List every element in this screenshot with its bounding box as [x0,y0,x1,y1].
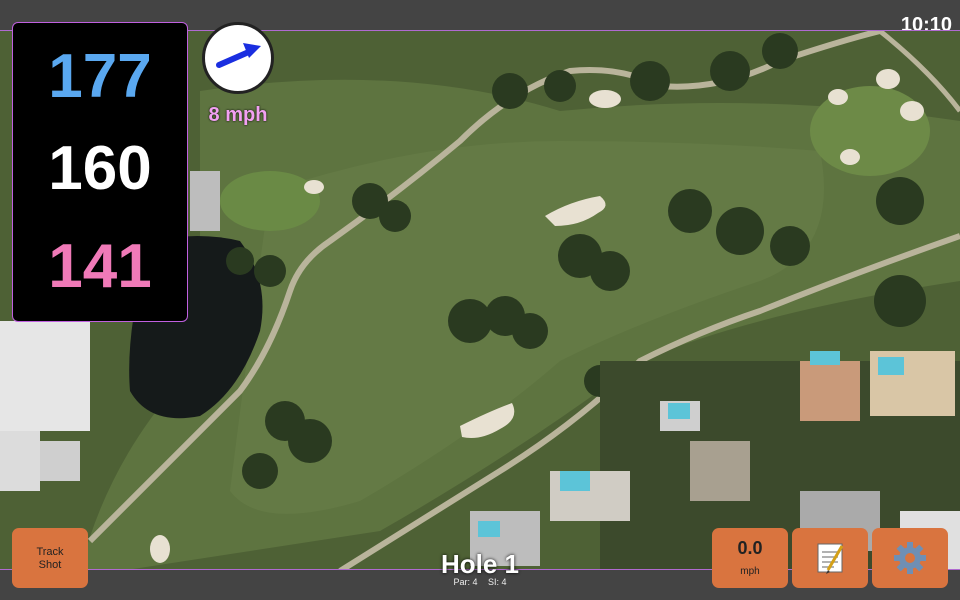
speed-button[interactable]: 0.0 mph [712,528,788,588]
settings-button[interactable] [872,528,948,588]
distance-panel: 177 160 141 [12,22,188,322]
hole-stroke-index: SI: 4 [488,577,507,587]
distance-middle: 160 [48,134,152,203]
distance-back: 177 [48,42,152,111]
track-shot-label: Track Shot [36,546,64,571]
hole-info: Par: 4 SI: 4 [380,577,580,587]
distance-front: 141 [48,232,152,301]
hole-title: Hole 1 [440,549,520,579]
wind-arrow-icon [216,43,261,68]
notes-button[interactable] [792,528,868,588]
wind-indicator [202,22,274,94]
speed-value: 0.0 [737,538,763,558]
notepad-icon [817,543,844,574]
track-shot-button[interactable]: Track Shot [12,528,88,588]
gear-icon [894,542,926,574]
speed-unit: mph [740,566,760,577]
wind-speed-label: 8 mph [208,104,268,126]
hole-par: Par: 4 [453,577,478,587]
